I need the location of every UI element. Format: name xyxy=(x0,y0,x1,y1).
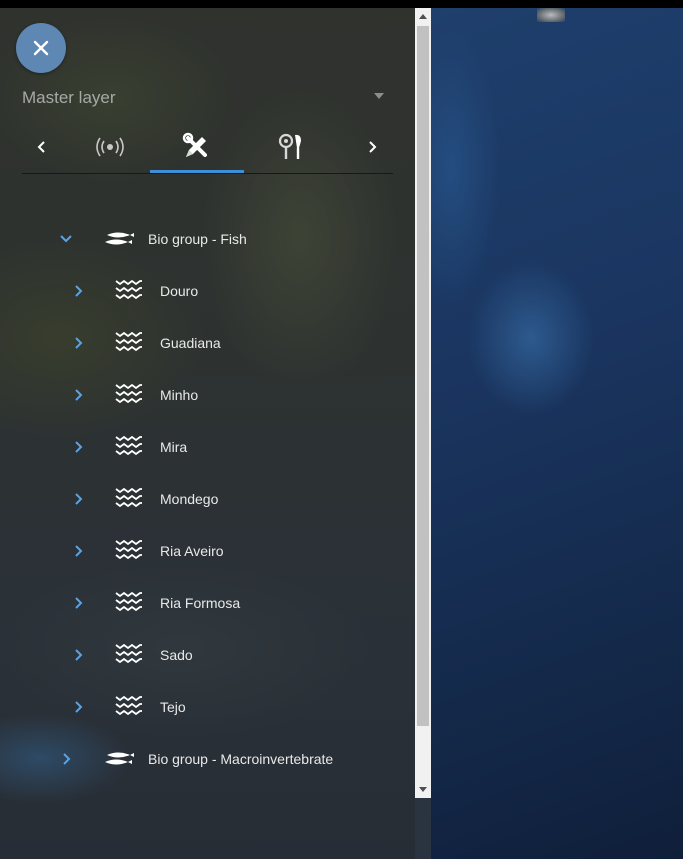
tree-item-label: Mira xyxy=(160,439,188,455)
active-tab-indicator xyxy=(150,170,244,173)
scroll-up-button[interactable] xyxy=(415,8,431,24)
fish-school-icon xyxy=(115,487,142,508)
fish-group-icon xyxy=(105,752,134,765)
chevron-right-icon xyxy=(369,141,377,153)
tree-group-fish[interactable]: Bio group - Fish xyxy=(58,221,247,257)
tab-tools[interactable] xyxy=(148,123,244,171)
chevron-right-icon[interactable] xyxy=(70,699,86,715)
tree-group-label: Bio group - Macroinvertebrate xyxy=(148,751,334,767)
tree-item-mondego[interactable]: Mondego xyxy=(70,481,218,517)
tree-item-label: Tejo xyxy=(160,699,186,715)
fish-group-icon xyxy=(105,232,134,245)
ship-marker xyxy=(537,8,565,22)
tree-item-sado[interactable]: Sado xyxy=(70,637,193,673)
chevron-right-icon[interactable] xyxy=(70,491,86,507)
top-edge xyxy=(0,0,683,8)
fish-school-icon xyxy=(115,643,142,664)
panel-gutter xyxy=(415,798,431,859)
fish-school-icon xyxy=(115,279,142,300)
master-layer-select[interactable]: Master layer xyxy=(22,88,116,108)
caret-down-icon[interactable] xyxy=(374,93,384,99)
scroll-down-button[interactable] xyxy=(415,782,431,798)
chevron-right-icon[interactable] xyxy=(70,283,86,299)
tree-item-ria-formosa[interactable]: Ria Formosa xyxy=(70,585,240,621)
fish-school-icon xyxy=(115,695,142,716)
map-view[interactable] xyxy=(431,8,683,859)
probe-sensor-icon xyxy=(278,133,301,159)
tools-pencil-wrench-icon xyxy=(182,132,207,157)
fish-school-icon xyxy=(115,539,142,560)
fish-school-icon xyxy=(115,591,142,612)
tree-item-guadiana[interactable]: Guadiana xyxy=(70,325,221,361)
tree-item-tejo[interactable]: Tejo xyxy=(70,689,186,725)
chevron-down-icon[interactable] xyxy=(58,231,74,247)
chevron-right-icon[interactable] xyxy=(70,439,86,455)
tree-item-label: Ria Formosa xyxy=(160,595,241,611)
chevron-right-icon[interactable] xyxy=(70,543,86,559)
tree-item-minho[interactable]: Minho xyxy=(70,377,198,413)
tab-probes[interactable] xyxy=(244,123,340,171)
tabs-prev-button[interactable] xyxy=(30,133,54,161)
tree-item-ria-aveiro[interactable]: Ria Aveiro xyxy=(70,533,224,569)
tree-group-label: Bio group - Fish xyxy=(148,231,247,247)
layer-panel: Master layer Bio group - Fish Douro Guad… xyxy=(0,8,415,859)
caret-down-icon xyxy=(419,787,427,792)
close-icon xyxy=(33,40,49,56)
tree-item-label: Mondego xyxy=(160,491,219,507)
chevron-right-icon[interactable] xyxy=(70,595,86,611)
fish-school-icon xyxy=(115,435,142,456)
fish-school-icon xyxy=(115,383,142,404)
scroll-thumb[interactable] xyxy=(417,26,429,726)
tree-item-mira[interactable]: Mira xyxy=(70,429,187,465)
chevron-right-icon[interactable] xyxy=(70,647,86,663)
layer-tabs xyxy=(22,123,393,174)
chevron-left-icon xyxy=(37,141,45,153)
signal-broadcast-icon xyxy=(96,137,124,157)
chevron-right-icon[interactable] xyxy=(70,335,86,351)
chevron-right-icon[interactable] xyxy=(58,751,74,767)
tree-item-label: Sado xyxy=(160,647,193,663)
caret-up-icon xyxy=(419,14,427,19)
close-button[interactable] xyxy=(16,23,66,73)
tree-group-macroinvertebrate[interactable]: Bio group - Macroinvertebrate xyxy=(58,741,333,777)
chevron-right-icon[interactable] xyxy=(70,387,86,403)
tree-item-label: Minho xyxy=(160,387,199,403)
tree-item-label: Ria Aveiro xyxy=(160,543,224,559)
panel-scrollbar[interactable] xyxy=(415,8,431,798)
tree-item-label: Guadiana xyxy=(160,335,221,351)
tabs-next-button[interactable] xyxy=(360,133,384,161)
tree-item-label: Douro xyxy=(160,283,199,299)
tree-item-douro[interactable]: Douro xyxy=(70,273,198,309)
fish-school-icon xyxy=(115,331,142,352)
tab-signals[interactable] xyxy=(62,123,158,171)
